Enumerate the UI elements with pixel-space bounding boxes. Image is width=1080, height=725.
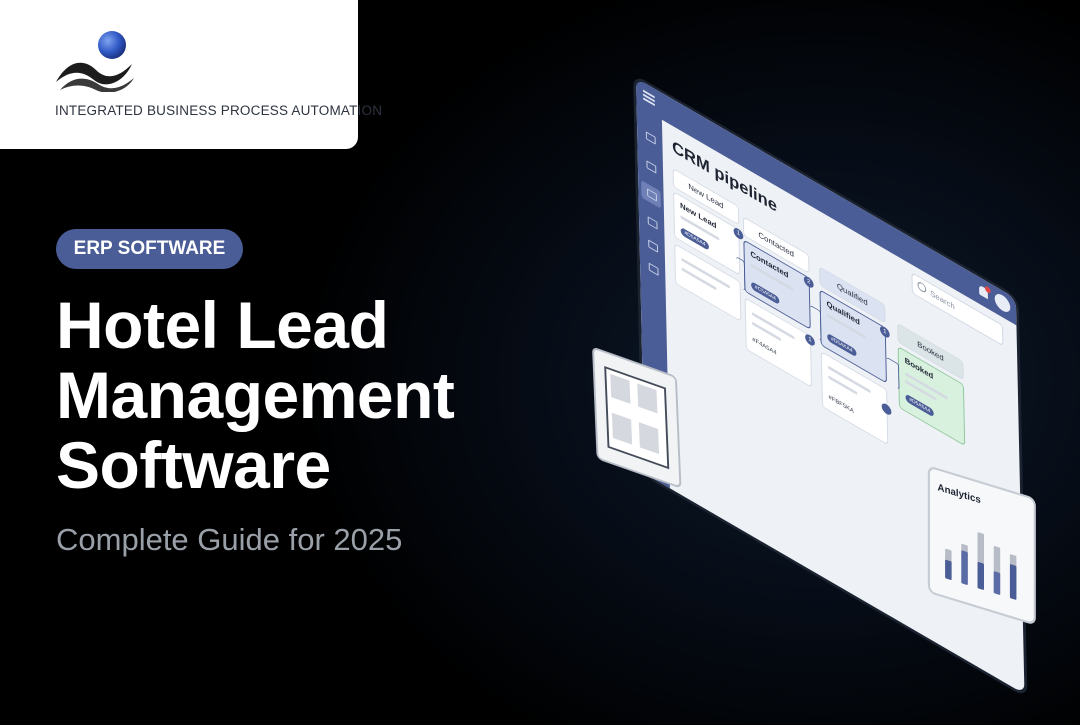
search-icon	[917, 280, 927, 295]
crm-illustration: CRM pipeline Search New Lead Contacted Q…	[0, 0, 1080, 725]
pipeline-connector	[810, 304, 822, 341]
analytics-bar-blue	[977, 561, 984, 591]
analytics-bar-blue	[993, 571, 1001, 596]
analytics-title: Analytics	[937, 481, 981, 506]
analytics-bar-blue	[961, 550, 968, 586]
analytics-bar-blue	[1009, 563, 1017, 600]
analytics-bar-blue	[945, 559, 952, 581]
pipeline-connector	[736, 256, 746, 292]
